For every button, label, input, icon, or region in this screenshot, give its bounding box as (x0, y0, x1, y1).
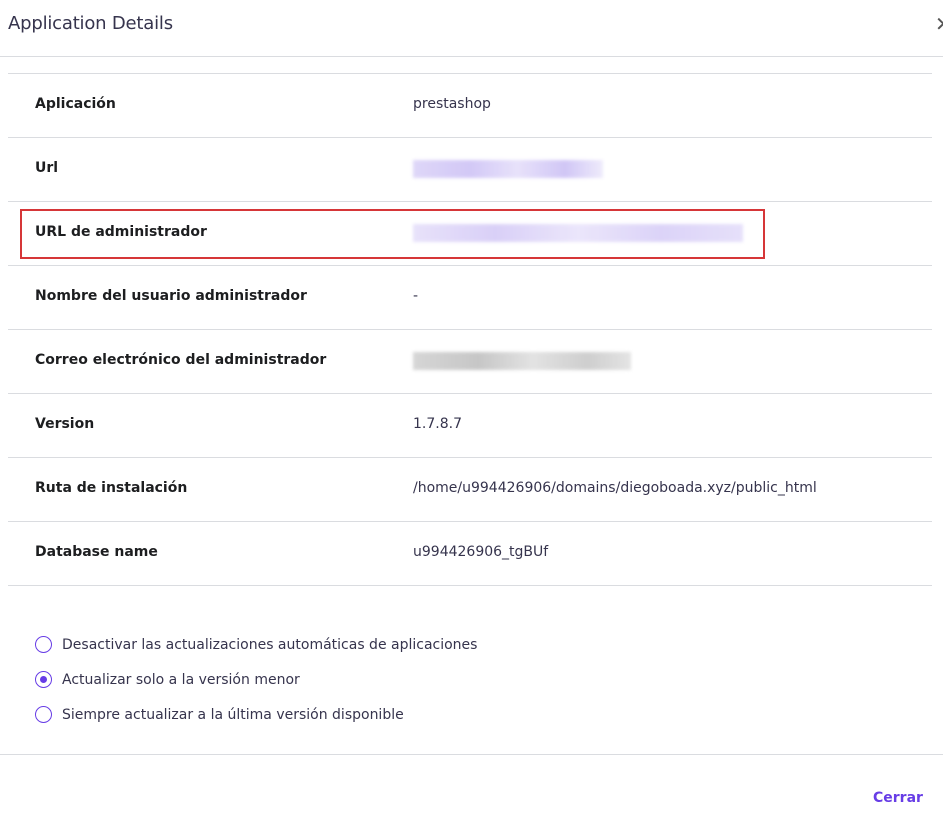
radio-icon[interactable] (35, 706, 52, 723)
dialog-title: Application Details (8, 13, 173, 34)
row-label: Aplicación (35, 96, 116, 112)
radio-disable-updates[interactable]: Desactivar las actualizaciones automátic… (35, 627, 477, 662)
row-label: Version (35, 416, 94, 432)
redacted-url (413, 160, 603, 178)
row-label: Ruta de instalación (35, 480, 187, 496)
table-row: Nombre del usuario administrador - (8, 266, 932, 330)
table-row: Version 1.7.8.7 (8, 394, 932, 458)
row-label: Nombre del usuario administrador (35, 288, 307, 304)
radio-label: Siempre actualizar a la última versión d… (62, 707, 404, 723)
row-label: Database name (35, 544, 158, 560)
radio-icon[interactable] (35, 636, 52, 653)
update-options: Desactivar las actualizaciones automátic… (35, 627, 477, 732)
table-row: Url (8, 138, 932, 202)
radio-latest-version[interactable]: Siempre actualizar a la última versión d… (35, 697, 477, 732)
close-icon[interactable]: ✕ (935, 12, 943, 36)
divider (0, 754, 943, 755)
divider (0, 56, 943, 57)
row-value: prestashop (413, 96, 491, 112)
radio-selected-icon[interactable] (35, 671, 52, 688)
highlight-box (20, 209, 765, 259)
row-label: Url (35, 160, 58, 176)
redacted-email (413, 352, 631, 370)
table-row: Ruta de instalación /home/u994426906/dom… (8, 458, 932, 522)
details-table: Aplicación prestashop Url URL de adminis… (8, 73, 932, 586)
table-row: Database name u994426906_tgBUf (8, 522, 932, 586)
radio-label: Actualizar solo a la versión menor (62, 672, 300, 688)
row-value: /home/u994426906/domains/diegoboada.xyz/… (413, 480, 817, 496)
table-row: Aplicación prestashop (8, 74, 932, 138)
radio-minor-version[interactable]: Actualizar solo a la versión menor (35, 662, 477, 697)
close-button[interactable]: Cerrar (873, 790, 923, 806)
row-value: - (413, 288, 418, 304)
radio-label: Desactivar las actualizaciones automátic… (62, 637, 477, 653)
row-label: Correo electrónico del administrador (35, 352, 326, 368)
row-value: 1.7.8.7 (413, 416, 462, 432)
table-row: Correo electrónico del administrador (8, 330, 932, 394)
row-value: u994426906_tgBUf (413, 544, 548, 560)
